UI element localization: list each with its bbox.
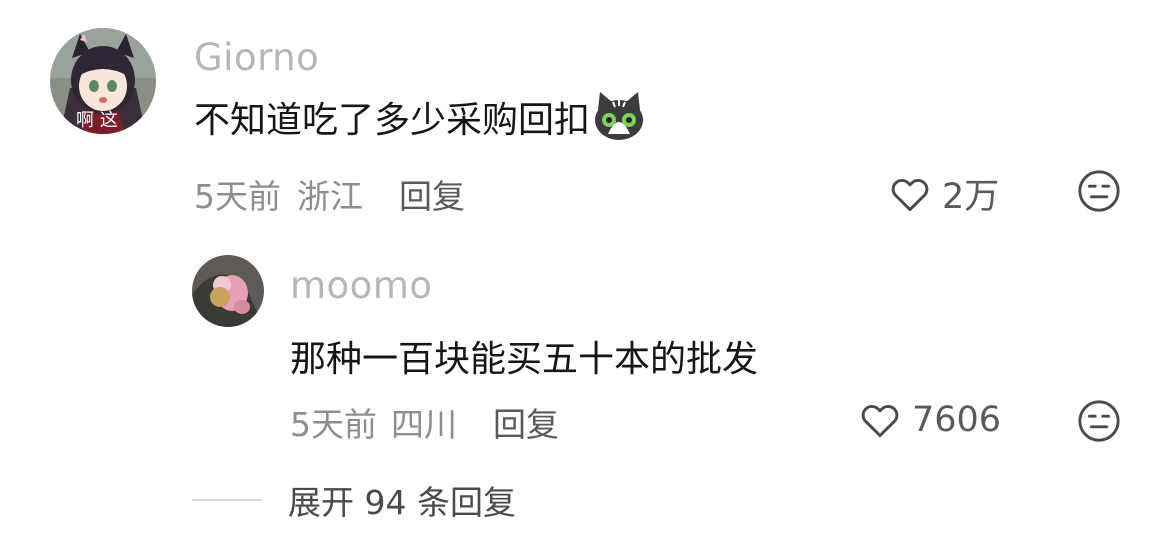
comment-text: 不知道吃了多少采购回扣 — [194, 90, 646, 144]
avatar-caption: 啊 这 — [76, 110, 118, 131]
comment-thread: 啊 这 Giorno 不知道吃了多少采购回扣 5天前 浙江 回复 2万 moom… — [0, 0, 1170, 545]
username[interactable]: Giorno — [194, 36, 319, 79]
comment-text: 那种一百块能买五十本的批发 — [290, 330, 758, 382]
reply-button[interactable]: 回复 — [399, 170, 465, 218]
comment-location: 四川 — [391, 405, 457, 444]
comment-time: 5天前 — [194, 177, 281, 216]
comment-location: 浙江 — [297, 177, 363, 216]
heart-outline-icon — [891, 178, 929, 211]
username[interactable]: moomo — [290, 264, 433, 307]
meh-face-icon — [1078, 170, 1120, 212]
divider-line — [192, 499, 262, 501]
avatar[interactable] — [192, 255, 264, 327]
expand-replies-button[interactable]: 展开 94 条回复 — [192, 476, 516, 524]
like-button[interactable]: 2万 — [888, 168, 999, 219]
comment-text-body: 不知道吃了多少采购回扣 — [194, 100, 591, 141]
like-button[interactable]: 7606 — [858, 398, 1001, 442]
cat-face-emoji — [592, 90, 646, 144]
comment-meta: 5天前 浙江 回复 — [194, 170, 465, 218]
reply-button[interactable]: 回复 — [493, 398, 559, 446]
comment-meta: 5天前 四川 回复 — [290, 398, 559, 446]
dislike-button[interactable] — [1076, 168, 1122, 214]
like-count: 7606 — [912, 400, 1002, 440]
avatar[interactable]: 啊 这 — [50, 28, 156, 134]
like-count: 2万 — [942, 177, 1000, 217]
dislike-button[interactable] — [1076, 398, 1122, 444]
heart-outline-icon — [861, 404, 899, 438]
comment-text-body: 那种一百块能买五十本的批发 — [290, 339, 759, 380]
plush-toy-avatar-image — [192, 255, 264, 327]
meh-face-icon — [1078, 400, 1120, 442]
comment-time: 5天前 — [290, 405, 377, 444]
expand-replies-label: 展开 94 条回复 — [288, 483, 516, 522]
